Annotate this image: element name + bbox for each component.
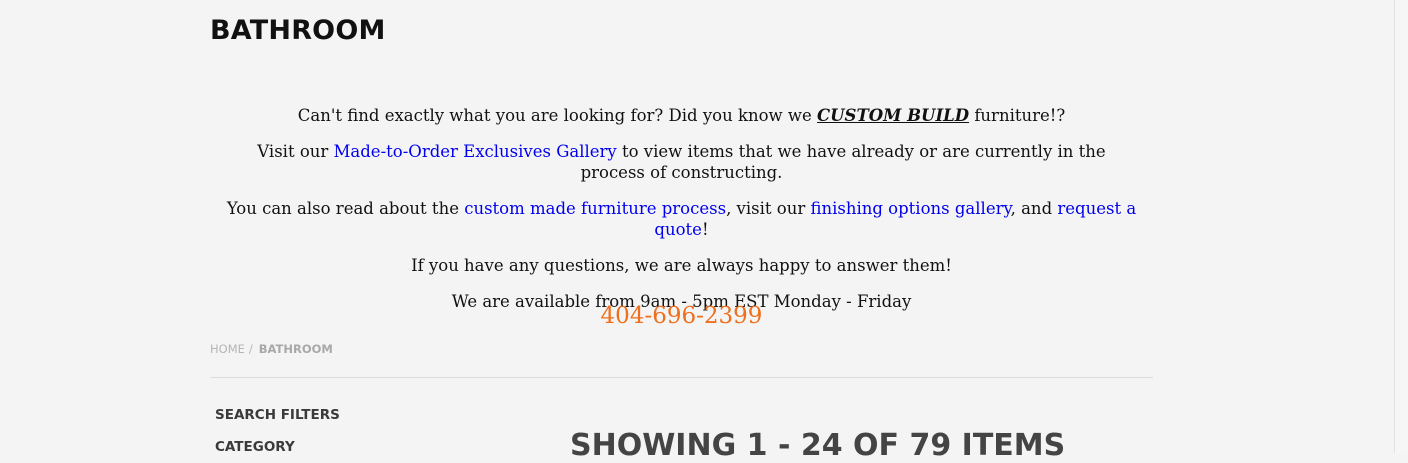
promo-line-questions: If you have any questions, we are always… <box>411 256 952 275</box>
search-filters-heading: SEARCH FILTERS <box>215 407 340 423</box>
promo-text: , and <box>1010 199 1058 218</box>
phone-number[interactable]: 404-696-2399 <box>210 303 1153 329</box>
custom-furniture-process-link[interactable]: custom made furniture process <box>464 199 726 218</box>
promo-line-gallery: Visit our Made-to-Order Exclusives Galle… <box>210 141 1153 183</box>
promo-line-links: You can also read about the custom made … <box>210 198 1153 240</box>
made-to-order-gallery-link[interactable]: Made-to-Order Exclusives Gallery <box>334 142 617 161</box>
promo-text: You can also read about the <box>226 199 465 218</box>
promo-text: Visit our <box>257 142 334 161</box>
promo-text: to view items that we have already or ar… <box>580 142 1106 182</box>
results-count-heading: SHOWING 1 - 24 OF 79 ITEMS <box>570 428 1066 463</box>
breadcrumb: HOME / BATHROOM <box>210 342 333 356</box>
finishing-options-gallery-link[interactable]: finishing options gallery <box>810 199 1010 218</box>
breadcrumb-separator: / <box>248 342 253 356</box>
breadcrumb-current: BATHROOM <box>258 342 333 356</box>
promo-text: furniture!? <box>969 106 1066 125</box>
promo-text: Can't find exactly what you are looking … <box>297 106 818 125</box>
breadcrumb-home-link[interactable]: HOME <box>210 342 245 356</box>
promo-line-custom-build: Can't find exactly what you are looking … <box>210 105 1153 126</box>
custom-build-emphasis: CUSTOM BUILD <box>817 106 970 125</box>
page-title: BATHROOM <box>210 15 386 46</box>
scrollbar-track[interactable] <box>1394 0 1408 453</box>
promo-text: ! <box>701 220 709 239</box>
custom-build-promo: Can't find exactly what you are looking … <box>210 105 1153 327</box>
promo-text: , visit our <box>726 199 811 218</box>
divider <box>210 377 1153 378</box>
